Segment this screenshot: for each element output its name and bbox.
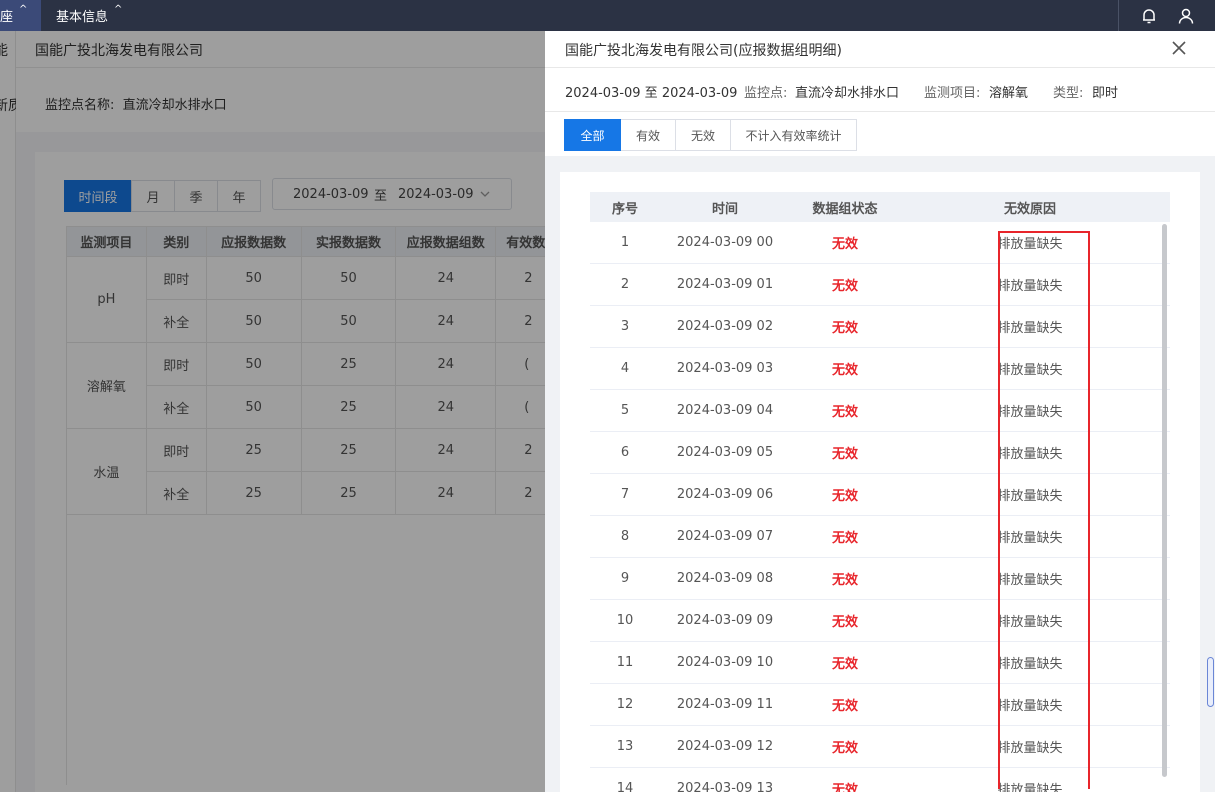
row-time: 2024-03-09 05 xyxy=(676,445,774,460)
tab-close-caret-icon[interactable]: ^ xyxy=(114,4,122,15)
tab-current[interactable]: 座 ^ xyxy=(0,0,41,31)
drawer-header: 国能广投北海发电有限公司(应报数据组明细) xyxy=(545,31,1215,68)
user-icon[interactable] xyxy=(1169,0,1203,31)
column-header: 时间 xyxy=(711,201,738,217)
type-value: 即时 xyxy=(1092,86,1119,101)
date-range: 2024-03-09 至 2024-03-09 xyxy=(565,86,738,101)
row-status: 无效 xyxy=(831,279,858,294)
tab-current-label: 座 xyxy=(0,10,14,25)
row-index: 14 xyxy=(616,781,634,792)
row-time: 2024-03-09 09 xyxy=(676,613,774,628)
row-time: 2024-03-09 00 xyxy=(676,235,774,250)
filter-all-button[interactable]: 全部 xyxy=(564,119,621,151)
monitor-point-key: 监控点: xyxy=(744,86,788,101)
row-time: 2024-03-09 04 xyxy=(676,403,774,418)
row-index: 3 xyxy=(620,319,630,334)
row-status: 无效 xyxy=(831,573,858,588)
modal-mask[interactable] xyxy=(0,31,545,792)
close-icon[interactable] xyxy=(1168,37,1190,59)
row-status: 无效 xyxy=(831,615,858,630)
row-index: 9 xyxy=(620,571,630,586)
topbar-divider xyxy=(1118,0,1119,31)
row-index: 4 xyxy=(620,361,630,376)
tab-close-caret-icon[interactable]: ^ xyxy=(19,4,27,15)
top-nav-bar: 座 ^ 基本信息 ^ xyxy=(0,0,1215,31)
row-index: 1 xyxy=(620,235,630,250)
row-index: 8 xyxy=(620,529,630,544)
row-status: 无效 xyxy=(831,783,858,792)
table-header-row: 序号 时间 数据组状态 无效原因 xyxy=(590,192,1170,222)
column-header: 序号 xyxy=(611,201,638,217)
row-index: 10 xyxy=(616,613,634,628)
filter-valid-button[interactable]: 有效 xyxy=(620,119,676,151)
monitor-point-value: 直流冷却水排水口 xyxy=(795,86,900,101)
page-scrollbar[interactable] xyxy=(1207,657,1214,707)
filter-excluded-button[interactable]: 不计入有效率统计 xyxy=(730,119,857,151)
row-time: 2024-03-09 01 xyxy=(676,277,774,292)
row-status: 无效 xyxy=(831,321,858,336)
row-time: 2024-03-09 08 xyxy=(676,571,774,586)
row-status: 无效 xyxy=(831,405,858,420)
column-header: 无效原因 xyxy=(1003,201,1056,217)
row-status: 无效 xyxy=(831,741,858,756)
row-time: 2024-03-09 03 xyxy=(676,361,774,376)
monitor-item-value: 溶解氧 xyxy=(989,86,1029,101)
tab-basic-info-label: 基本信息 xyxy=(56,10,109,25)
row-index: 5 xyxy=(620,403,630,418)
highlight-box xyxy=(998,231,1090,789)
filter-bar: 全部 有效 无效 不计入有效率统计 xyxy=(545,112,1215,156)
tab-basic-info[interactable]: 基本信息 ^ xyxy=(48,0,130,31)
row-status: 无效 xyxy=(831,237,858,252)
table-scrollbar[interactable] xyxy=(1162,224,1167,777)
row-index: 13 xyxy=(616,739,634,754)
row-status: 无效 xyxy=(831,657,858,672)
row-status: 无效 xyxy=(831,531,858,546)
row-index: 7 xyxy=(620,487,630,502)
monitor-item-key: 监测项目: xyxy=(924,86,981,101)
status-filter-group: 全部 有效 无效 不计入有效率统计 xyxy=(564,119,857,151)
row-time: 2024-03-09 12 xyxy=(676,739,774,754)
row-status: 无效 xyxy=(831,699,858,714)
row-time: 2024-03-09 07 xyxy=(676,529,774,544)
filter-invalid-button[interactable]: 无效 xyxy=(675,119,731,151)
row-time: 2024-03-09 13 xyxy=(676,781,774,792)
type-key: 类型: xyxy=(1053,86,1084,101)
row-time: 2024-03-09 02 xyxy=(676,319,774,334)
bell-icon[interactable] xyxy=(1132,0,1166,31)
row-index: 2 xyxy=(620,277,630,292)
row-status: 无效 xyxy=(831,447,858,462)
row-index: 11 xyxy=(616,655,634,670)
row-status: 无效 xyxy=(831,363,858,378)
row-time: 2024-03-09 06 xyxy=(676,487,774,502)
row-status: 无效 xyxy=(831,489,858,504)
row-index: 12 xyxy=(616,697,634,712)
drawer-title: 国能广投北海发电有限公司(应报数据组明细) xyxy=(565,43,842,59)
row-index: 6 xyxy=(620,445,630,460)
detail-drawer: 国能广投北海发电有限公司(应报数据组明细) 2024-03-09 至 2024-… xyxy=(545,31,1215,792)
row-time: 2024-03-09 10 xyxy=(676,655,774,670)
column-header: 数据组状态 xyxy=(812,201,878,217)
drawer-info-bar: 2024-03-09 至 2024-03-09 监控点: 直流冷却水排水口 监测… xyxy=(545,68,1215,112)
detail-panel: 序号 时间 数据组状态 无效原因 1 2024-03-09 00 无效 排放量缺失 2 2… xyxy=(560,172,1200,792)
row-time: 2024-03-09 11 xyxy=(676,697,774,712)
